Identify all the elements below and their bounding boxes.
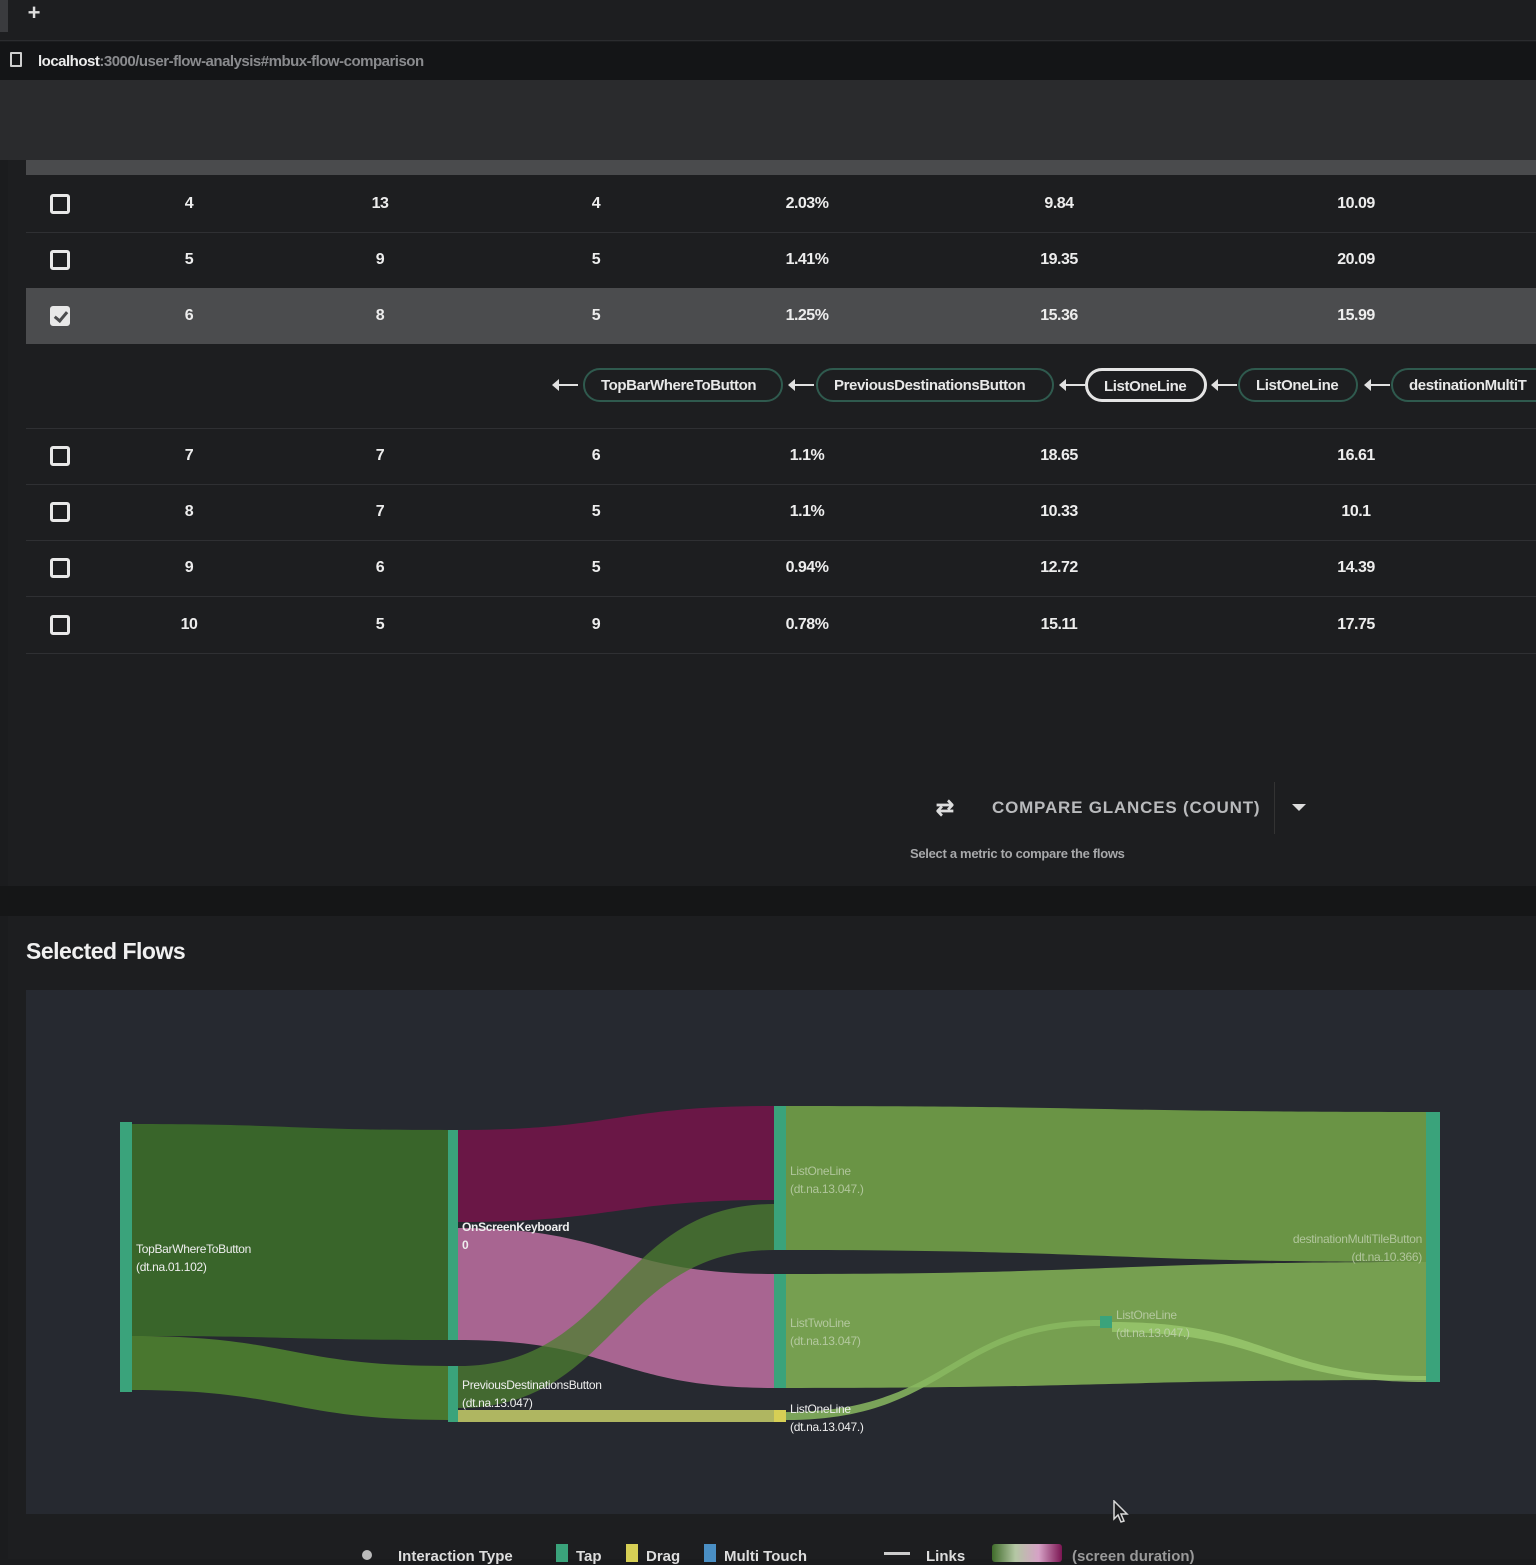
node-label-listtwoline: ListTwoLine (dt.na.13.047) (790, 1314, 861, 1350)
node-id: (dt.na.13.047) (462, 1396, 533, 1410)
node-id: (dt.na.13.047.) (1116, 1326, 1190, 1340)
legend-interaction-type: Interaction Type (398, 1548, 513, 1565)
node-id: (dt.na.01.102) (136, 1260, 207, 1274)
node-id: (dt.na.13.047.) (790, 1420, 864, 1434)
legend-links-line (884, 1552, 910, 1555)
node-id: (dt.na.13.047) (790, 1334, 861, 1348)
legend-tap: Tap (576, 1548, 602, 1565)
node-name: ListOneLine (790, 1402, 851, 1416)
node-label-keyboard: OnScreenKeyboard 0 (462, 1218, 570, 1254)
sankey-node-topbar[interactable] (120, 1122, 132, 1392)
node-label-topbar: TopBarWhereToButton (dt.na.01.102) (136, 1240, 251, 1276)
node-name: TopBarWhereToButton (136, 1242, 252, 1256)
node-id: (dt.na.13.047.) (790, 1182, 864, 1196)
node-name: destinationMultiTileButton (1292, 1232, 1422, 1246)
sankey-diagram (120, 1106, 1440, 1422)
node-name: ListTwoLine (790, 1316, 851, 1330)
link-topbar-to-keyboard[interactable] (132, 1124, 448, 1340)
sankey-legend: Interaction Type Tap Drag Multi Touch Li… (0, 1540, 1536, 1565)
node-label-previousdest: PreviousDestinationsButton (dt.na.13.047) (462, 1376, 602, 1412)
mouse-cursor-icon (1113, 1500, 1129, 1523)
legend-drag-swatch (626, 1544, 638, 1562)
node-label-destination: destinationMultiTileButton (dt.na.10.366) (1252, 1230, 1422, 1266)
node-name: ListOneLine (1116, 1308, 1177, 1322)
sankey-node-previousdest[interactable] (448, 1366, 458, 1422)
sankey-node-keyboard[interactable] (448, 1130, 458, 1340)
node-id: (dt.na.10.366) (1351, 1250, 1422, 1264)
sankey-node-destination[interactable] (1426, 1112, 1440, 1382)
legend-drag: Drag (646, 1548, 681, 1565)
link-topbar-to-previousdest[interactable] (132, 1336, 448, 1420)
link-keyboard-to-listoneline[interactable] (458, 1106, 774, 1222)
legend-tap-swatch (556, 1544, 568, 1562)
sankey-node-listtwoline[interactable] (774, 1274, 786, 1388)
legend-links: Links (926, 1548, 966, 1565)
node-label-listoneline-top: ListOneLine (dt.na.13.047.) (790, 1162, 864, 1198)
legend-links-note: (screen duration) (1072, 1548, 1195, 1565)
sankey-node-listoneline-top[interactable] (774, 1106, 786, 1250)
node-label-listoneline-mid: ListOneLine (dt.na.13.047.) (1116, 1306, 1190, 1342)
node-id: 0 (462, 1238, 469, 1252)
legend-multitouch: Multi Touch (724, 1548, 808, 1565)
node-label-listoneline-bottom: ListOneLine (dt.na.13.047.) (790, 1400, 864, 1436)
sankey-node-listoneline-bottom[interactable] (774, 1410, 786, 1422)
sankey-node-listoneline-mid[interactable] (1100, 1316, 1112, 1328)
node-name: PreviousDestinationsButton (462, 1378, 602, 1392)
legend-duration-gradient (992, 1544, 1062, 1562)
legend-multitouch-swatch (704, 1544, 716, 1562)
node-name: OnScreenKeyboard (462, 1220, 570, 1234)
node-name: ListOneLine (790, 1164, 851, 1178)
